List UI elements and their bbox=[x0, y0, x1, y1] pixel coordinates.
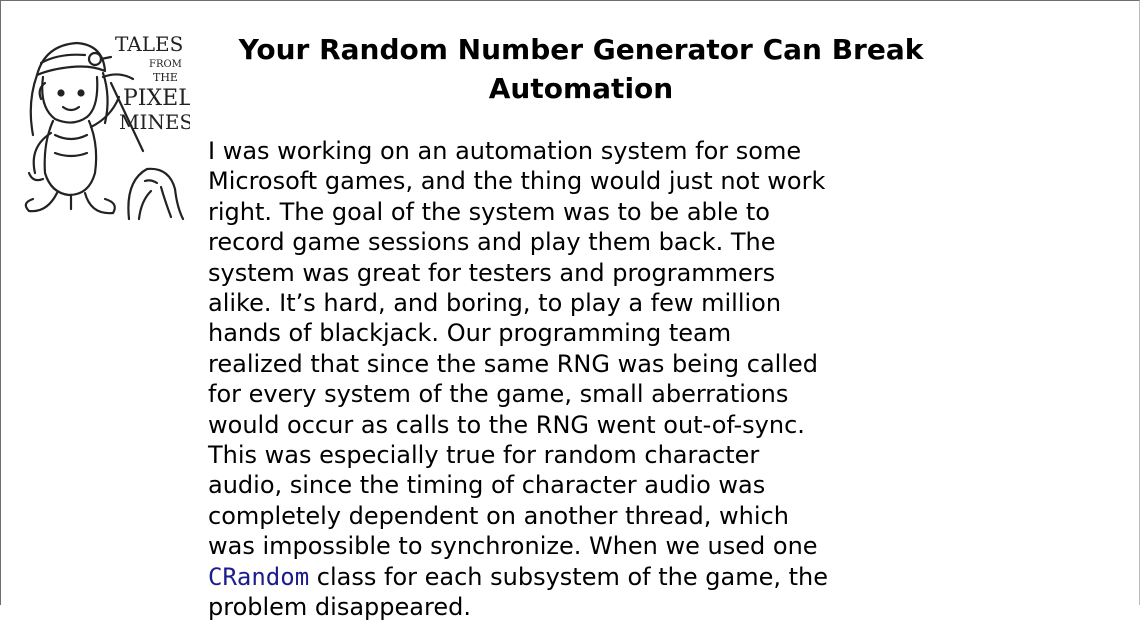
sidebar-box: TALES FROM THE PIXEL MINES Your Random N… bbox=[0, 0, 1140, 621]
article-paragraph: I was working on an automation system fo… bbox=[208, 136, 828, 623]
paragraph-text-before-code: I was working on an automation system fo… bbox=[208, 137, 826, 561]
logo-word-tales: TALES bbox=[115, 32, 183, 56]
svg-text:FROM: FROM bbox=[149, 59, 182, 70]
code-term: CRandom bbox=[208, 562, 310, 591]
svg-text:MINES: MINES bbox=[119, 110, 190, 134]
svg-text:PIXEL: PIXEL bbox=[123, 86, 190, 111]
svg-text:THE: THE bbox=[153, 71, 178, 84]
tales-from-the-pixel-mines-logo: TALES FROM THE PIXEL MINES bbox=[24, 32, 190, 221]
article-title: Your Random Number Generator Can Break A… bbox=[238, 33, 924, 105]
